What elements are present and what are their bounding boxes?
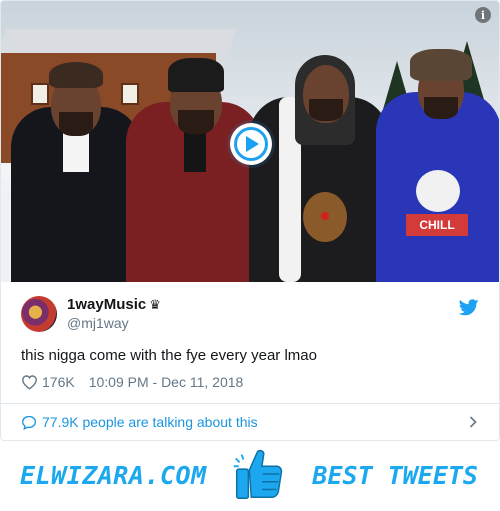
chevron-right-icon[interactable] [469, 416, 477, 428]
banner-tagline: BEST TWEETS [312, 461, 478, 490]
tweet-video[interactable]: CHILL i [1, 1, 499, 282]
tweet-card[interactable]: CHILL i 1wayMusic ♛ @mj1way this nigga co… [0, 0, 500, 441]
heart-icon[interactable] [21, 374, 38, 390]
singer-4: CHILL [376, 27, 499, 282]
singer-3 [249, 27, 389, 282]
info-icon[interactable]: i [475, 7, 491, 23]
thumbs-up-icon [233, 449, 283, 499]
user-handle[interactable]: @mj1way [67, 315, 129, 331]
singer-1 [11, 52, 141, 282]
tweet-text: this nigga come with the fye every year … [21, 347, 317, 364]
twitter-bird-icon[interactable] [459, 299, 479, 316]
avatar[interactable] [21, 296, 57, 332]
like-count[interactable]: 176K [42, 374, 75, 390]
timestamp[interactable]: 10:09 PM - Dec 11, 2018 [89, 374, 244, 390]
footer-banner: ELWIZARA.COM BEST TWEETS [0, 441, 500, 511]
display-name-text[interactable]: 1wayMusic [67, 296, 146, 313]
tweet-header: 1wayMusic ♛ @mj1way [21, 295, 481, 335]
conversation-link[interactable]: 77.9K people are talking about this [1, 404, 499, 440]
play-button[interactable] [230, 123, 272, 165]
conversation-text[interactable]: 77.9K people are talking about this [42, 414, 258, 430]
site-name[interactable]: ELWIZARA.COM [20, 461, 207, 490]
tweet-meta: 176K 10:09 PM - Dec 11, 2018 [21, 373, 243, 391]
crown-icon: ♛ [149, 297, 161, 312]
comment-icon [21, 415, 37, 430]
display-name[interactable]: 1wayMusic ♛ [67, 296, 161, 313]
play-icon [234, 127, 268, 161]
